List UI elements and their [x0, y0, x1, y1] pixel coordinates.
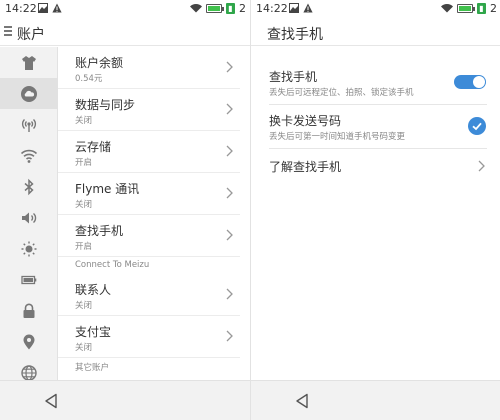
brightness-icon: [21, 241, 37, 256]
list-item-find-phone[interactable]: 查找手机 开启: [58, 215, 240, 257]
list-item-flyme-message[interactable]: Flyme 通讯 关闭: [58, 173, 240, 215]
battery-icon: [206, 4, 224, 13]
navigation-bar: [0, 380, 250, 420]
title-bar: 账户: [0, 18, 250, 46]
sim-icon: ▮: [226, 3, 235, 14]
navigation-bar: [251, 380, 500, 420]
rail-item-security[interactable]: [0, 295, 58, 326]
status-bar: 14:22 ▮ 2: [0, 0, 250, 18]
item-status: 关闭: [75, 200, 93, 210]
sim-number: 2: [490, 2, 497, 15]
item-label: 支付宝: [75, 325, 112, 339]
rail-item-personalize[interactable]: [0, 47, 58, 78]
find-phone-screen: 14:22 ▮ 2 查找手机 查找手机 丢失后可远程定位、拍照、锁定该手机 换卡…: [250, 0, 500, 420]
warning-icon: [52, 3, 62, 13]
item-status: 开启: [75, 242, 93, 252]
chevron-right-icon: [226, 187, 233, 199]
settings-category-rail: [0, 47, 58, 381]
account-settings-list: 账户余额 0.54元 数据与同步 关闭 云存储 开启 Flyme 通讯 关闭 查…: [58, 47, 250, 380]
page-title: 查找手机: [267, 27, 323, 43]
section-header-meizu: Connect To Meizu: [75, 260, 150, 270]
battery-icon: [21, 275, 37, 284]
account-screen: 14:22 ▮ 2 账户 账户余额 0.54元 数据与同步 关闭 云存储 开启 …: [0, 0, 250, 420]
item-label: 账户余额: [75, 56, 124, 70]
battery-icon: [457, 4, 475, 13]
rail-item-battery[interactable]: [0, 264, 58, 295]
wifi-status-icon: [190, 4, 202, 13]
rail-item-bluetooth[interactable]: [0, 171, 58, 202]
back-icon[interactable]: [295, 393, 309, 409]
list-item-cloud-storage[interactable]: 云存储 开启: [58, 131, 240, 173]
item-label: 云存储: [75, 140, 112, 154]
title-bar: 查找手机: [251, 18, 500, 46]
chevron-right-icon: [226, 330, 233, 342]
status-bar: 14:22 ▮ 2: [251, 0, 500, 18]
hotspot-icon: [21, 118, 37, 132]
image-notification-icon: [289, 3, 299, 13]
chevron-right-icon: [226, 61, 233, 73]
checkmark-icon: [472, 122, 482, 131]
setting-description: 丢失后可远程定位、拍照、锁定该手机: [269, 88, 414, 98]
status-indicators: ▮ 2: [441, 2, 497, 15]
item-label: 数据与同步: [75, 98, 136, 112]
warning-icon: [303, 3, 313, 13]
chevron-right-icon: [478, 160, 485, 172]
setting-label: 了解查找手机: [269, 160, 342, 174]
find-phone-toggle-row[interactable]: 查找手机 丢失后可远程定位、拍照、锁定该手机: [251, 60, 500, 106]
rail-item-wifi[interactable]: [0, 140, 58, 171]
section-header-other-accounts: 其它账户: [75, 363, 110, 373]
item-status: 开启: [75, 158, 93, 168]
status-time: 14:22: [256, 2, 288, 15]
rail-item-hotspot[interactable]: [0, 109, 58, 140]
cloud-icon: [21, 85, 37, 102]
learn-find-phone-row[interactable]: 了解查找手机: [251, 143, 500, 189]
status-indicators: ▮ 2: [190, 2, 246, 15]
wifi-icon: [20, 149, 38, 163]
item-status: 关闭: [75, 116, 93, 126]
rail-item-display[interactable]: [0, 233, 58, 264]
rail-item-account[interactable]: [0, 78, 58, 109]
wifi-status-icon: [441, 4, 453, 13]
list-item-data-sync[interactable]: 数据与同步 关闭: [58, 89, 240, 131]
list-item-alipay[interactable]: 支付宝 关闭: [58, 316, 240, 358]
back-icon[interactable]: [44, 393, 58, 409]
bluetooth-icon: [24, 178, 34, 195]
volume-icon: [22, 212, 37, 223]
item-label: 查找手机: [75, 224, 124, 238]
list-item-balance[interactable]: 账户余额 0.54元: [58, 47, 240, 89]
sim-number: 2: [239, 2, 246, 15]
rail-item-location[interactable]: [0, 326, 58, 357]
item-value: 0.54元: [75, 74, 103, 84]
chevron-right-icon: [226, 229, 233, 241]
chevron-right-icon: [226, 103, 233, 115]
setting-description: 丢失后可第一时间知道手机号码变更: [269, 132, 406, 142]
item-status: 关闭: [75, 343, 93, 353]
item-status: 关闭: [75, 301, 93, 311]
list-item-contacts[interactable]: 联系人 关闭: [58, 274, 240, 316]
chevron-right-icon: [226, 288, 233, 300]
location-icon: [23, 334, 35, 349]
page-title: 账户: [17, 27, 45, 43]
shirt-icon: [22, 55, 36, 70]
setting-label: 换卡发送号码: [269, 114, 342, 128]
find-phone-switch[interactable]: [454, 75, 486, 89]
item-label: 联系人: [75, 283, 112, 297]
menu-icon[interactable]: [4, 26, 12, 36]
lock-icon: [23, 303, 35, 318]
globe-icon: [21, 364, 37, 381]
item-label: Flyme 通讯: [75, 182, 140, 196]
image-notification-icon: [38, 3, 48, 13]
setting-label: 查找手机: [269, 70, 318, 84]
chevron-right-icon: [226, 145, 233, 157]
rail-item-sound[interactable]: [0, 202, 58, 233]
status-time: 14:22: [5, 2, 37, 15]
sim-icon: ▮: [477, 3, 486, 14]
sim-change-checkbox[interactable]: [468, 117, 486, 135]
